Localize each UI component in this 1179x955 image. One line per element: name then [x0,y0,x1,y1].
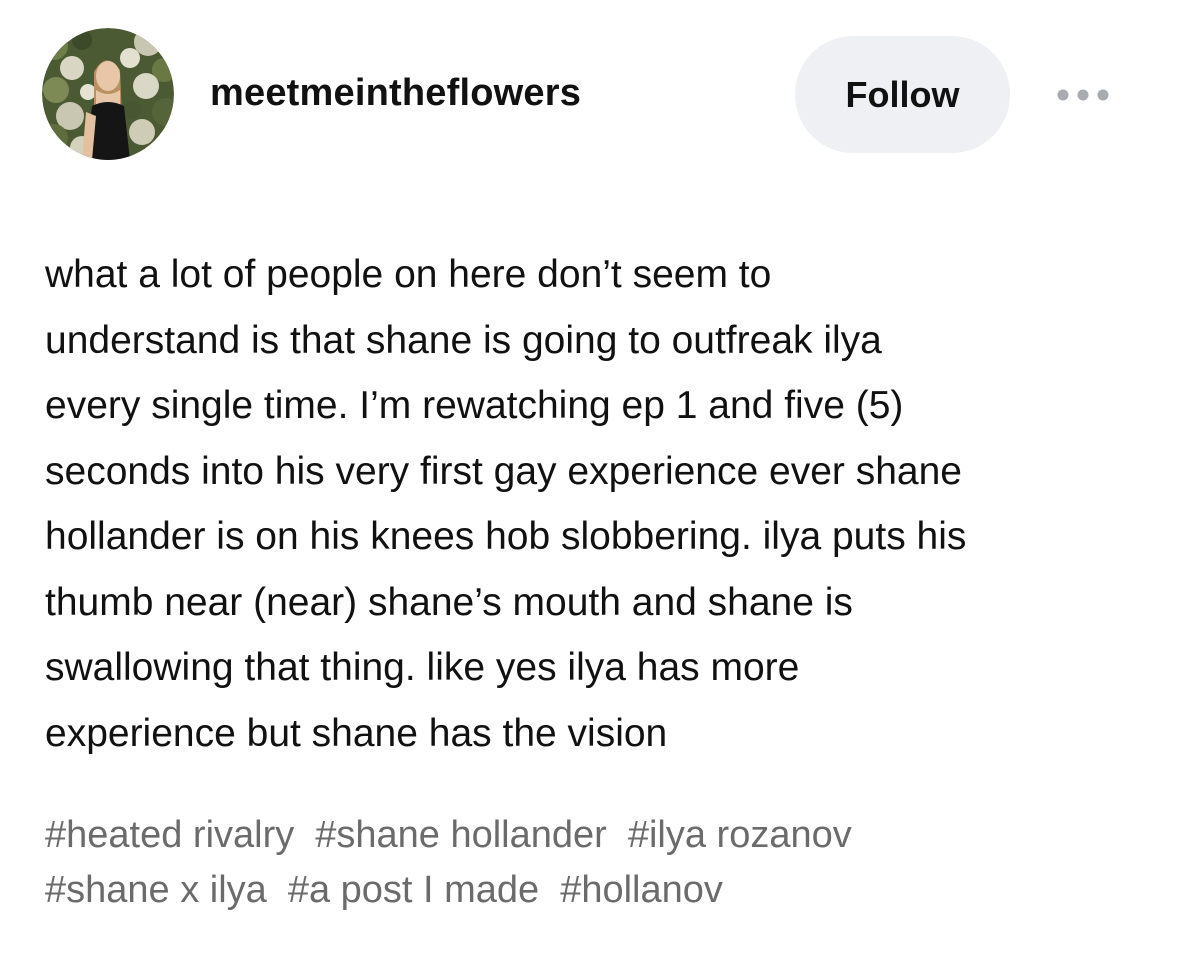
post-body-line: swallowing that thing. like yes ilya has… [45,646,800,689]
post-body-line: hollander is on his knees hob slobbering… [45,515,967,558]
more-options-button[interactable] [1048,78,1118,112]
tag-row: #heated rivalry #shane hollander #ilya roz… [45,808,1145,863]
avatar[interactable] [42,28,174,160]
tag-link[interactable]: #shane hollander [315,808,607,863]
tag-link[interactable]: #hollanov [560,863,723,918]
post-body: what a lot of people on here don’t seem … [45,242,1145,766]
tag-link[interactable]: #shane x ilya [45,863,267,918]
post-body-line: what a lot of people on here don’t seem … [45,253,772,296]
post-body-line: seconds into his very first gay experien… [45,449,962,493]
ellipsis-icon [1057,89,1109,101]
post-body-line: understand is that shane is going to out… [45,318,882,362]
tag-link[interactable]: #heated rivalry [45,808,294,863]
username-link[interactable]: meetmeintheflowers [210,72,581,115]
post-body-line: thumb near (near) shane’s mouth and shan… [45,580,853,624]
avatar-photo [42,28,174,160]
post-header: meetmeintheflowers Follow [0,0,1179,190]
post-body-line: experience but shane has the vision [45,711,668,755]
follow-button[interactable]: Follow [795,36,1010,153]
post-tags: #heated rivalry #shane hollander #ilya roz… [45,808,1145,918]
tumblr-post: meetmeintheflowers Follow what a lot of … [0,0,1179,955]
post-body-line: every single time. I’m rewatching ep 1 a… [45,384,904,427]
tag-link[interactable]: #ilya rozanov [628,808,852,863]
tag-link[interactable]: #a post I made [288,863,539,918]
tag-row: #shane x ilya #a post I made #hollanov [45,863,1145,918]
